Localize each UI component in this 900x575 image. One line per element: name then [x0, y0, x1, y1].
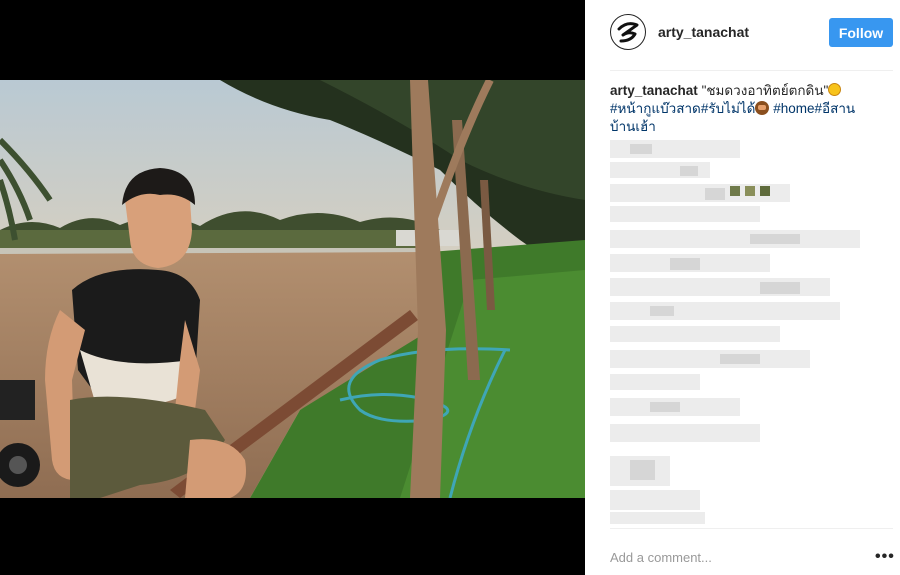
see-no-evil-monkey-emoji-icon	[755, 101, 770, 115]
post-side-panel: arty_tanachat Follow arty_tanachat "ชมดว…	[585, 0, 900, 575]
stylized-s-logo-icon	[617, 22, 639, 43]
post-media	[0, 0, 585, 575]
post-caption: arty_tanachat "ชมดวงอาทิตย์ตกดิน" #หน้าก…	[610, 82, 870, 136]
hashtag-link[interactable]: บ้านเฮ้า	[610, 119, 656, 134]
avatar[interactable]	[610, 14, 646, 50]
caption-text: "ชมดวงอาทิตย์ตกดิน"	[701, 83, 829, 98]
hashtag-link[interactable]: #รับไม่ได้	[701, 101, 756, 116]
caption-username[interactable]: arty_tanachat	[610, 83, 698, 98]
divider	[610, 70, 893, 71]
divider	[610, 528, 893, 529]
hashtag-link[interactable]: #home	[773, 101, 814, 116]
post-author-username[interactable]: arty_tanachat	[658, 24, 749, 40]
follow-button[interactable]: Follow	[829, 18, 893, 47]
pixelated-comments-area	[610, 140, 860, 524]
hashtag-link[interactable]: #หน้ากูแบ๊วสาด	[610, 101, 701, 116]
add-comment-input[interactable]: Add a comment...	[610, 550, 712, 565]
post-photo[interactable]	[0, 80, 585, 498]
post-header: arty_tanachat Follow	[585, 0, 900, 68]
sun-emoji-icon	[828, 83, 842, 96]
more-options-icon[interactable]: •••	[875, 548, 895, 566]
hashtag-link[interactable]: #อีสาน	[814, 101, 855, 116]
